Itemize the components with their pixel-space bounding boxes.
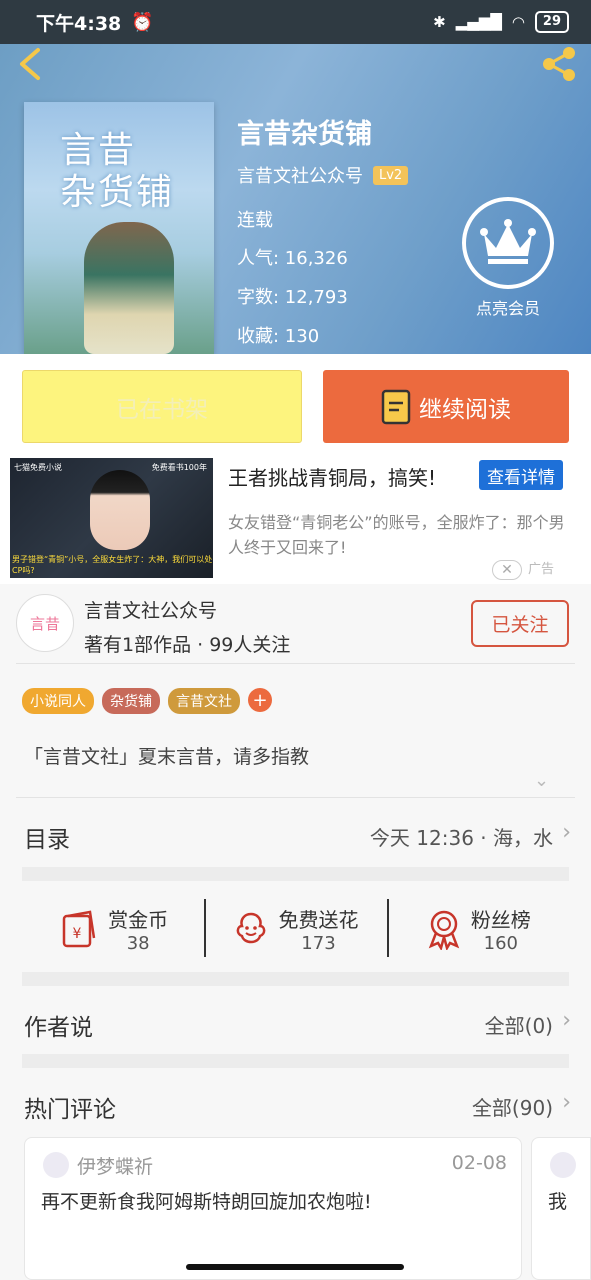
ad-image-slogan: 免费看书100年 xyxy=(151,463,207,472)
gift-count: 38 xyxy=(126,932,150,954)
commenter-avatar[interactable] xyxy=(43,1152,69,1178)
author-stats: 著有1部作品 · 99人关注 xyxy=(84,634,291,656)
share-icon[interactable] xyxy=(539,46,579,82)
ad-title[interactable]: 王者挑战青铜局，搞笑! xyxy=(228,462,436,491)
ad-image-person xyxy=(90,470,150,550)
ad-description: 女友错登“青铜老公”的账号，全服炸了：那个男人终于又回来了! xyxy=(228,513,565,557)
ad-image[interactable]: 七猫免费小说 免费看书100年 男子错登“青铜”小号，全服女生炸了：大神，我们可… xyxy=(10,458,213,578)
book-author[interactable]: 言昔文社公众号 xyxy=(237,162,363,188)
hot-comments-title[interactable]: 热门评论 xyxy=(24,1090,116,1124)
back-icon[interactable] xyxy=(12,46,52,82)
battery-icon: 29 xyxy=(534,11,569,33)
book-favorites: 收藏: 130 xyxy=(237,326,320,347)
chevron-right-icon[interactable]: › xyxy=(562,820,571,845)
reward-coin-button[interactable]: ¥ 赏金币 38 xyxy=(22,885,204,972)
section-divider xyxy=(22,867,569,881)
author-says-title[interactable]: 作者说 xyxy=(24,1008,93,1042)
gift-count: 173 xyxy=(301,932,336,954)
commenter-avatar[interactable] xyxy=(550,1152,576,1178)
book-word-count: 字数: 12,793 xyxy=(237,287,348,308)
comment-card[interactable]: 我 xyxy=(531,1137,591,1280)
coin-envelope-icon: ¥ xyxy=(62,910,96,947)
status-time: 下午4:38 xyxy=(36,12,122,35)
ad-image-caption: 男子错登“青铜”小号，全服女生炸了：大神，我们可以处CP吗? xyxy=(12,555,213,575)
in-shelf-button[interactable]: 已在书架 xyxy=(22,370,302,443)
fan-ranking-button[interactable]: 粉丝榜 160 xyxy=(386,885,569,972)
status-icons: ✱ ▂▄▆█ ◠ 29 xyxy=(433,11,569,33)
ad-label: 广告 xyxy=(528,562,555,577)
tag-item[interactable]: 言昔文社 xyxy=(168,688,240,714)
tag-list: 小说同人 杂货铺 言昔文社 + xyxy=(22,688,272,714)
alarm-icon: ⏰ xyxy=(131,11,154,33)
book-popularity: 人气: 16,326 xyxy=(237,248,348,269)
book-cover[interactable]: 言昔 杂货铺 xyxy=(24,102,214,354)
divider xyxy=(16,797,575,798)
send-flower-button[interactable]: 免费送花 173 xyxy=(204,885,386,972)
medal-icon xyxy=(428,910,460,950)
hot-comments-all[interactable]: 全部(90) xyxy=(472,1092,553,1121)
book-icon xyxy=(381,389,411,424)
book-author-row[interactable]: 言昔文社公众号 Lv2 xyxy=(237,162,409,188)
catalog-latest[interactable]: 今天 12:36 · 海，水 xyxy=(370,822,553,851)
comment-text: 我 xyxy=(548,1191,568,1213)
tag-item[interactable]: 杂货铺 xyxy=(102,688,160,714)
chevron-right-icon[interactable]: › xyxy=(562,1008,571,1033)
section-divider xyxy=(22,1054,569,1068)
svg-text:¥: ¥ xyxy=(73,926,82,942)
ad-banner[interactable]: 七猫免费小说 免费看书100年 男子错登“青铜”小号，全服女生炸了：大神，我们可… xyxy=(0,458,591,584)
vip-label[interactable]: 点亮会员 xyxy=(462,295,554,319)
gift-label: 粉丝榜 xyxy=(470,907,531,932)
level-badge: Lv2 xyxy=(373,165,409,185)
commenter-name[interactable]: 伊梦蝶祈 xyxy=(77,1152,153,1179)
divider xyxy=(16,663,575,664)
chevron-right-icon[interactable]: › xyxy=(562,1090,571,1115)
continue-reading-button[interactable]: 继续阅读 xyxy=(323,370,569,443)
follow-button[interactable]: 已关注 xyxy=(471,600,569,647)
status-bar: 下午4:38 ⏰ ✱ ▂▄▆█ ◠ 29 xyxy=(0,0,591,44)
book-header: 言昔 杂货铺 言昔杂货铺 言昔文社公众号 Lv2 连载 人气: 16,326 字数… xyxy=(0,44,591,354)
section-divider xyxy=(22,972,569,986)
gift-label: 赏金币 xyxy=(108,907,169,932)
flower-icon xyxy=(237,912,266,943)
catalog-title[interactable]: 目录 xyxy=(24,820,70,854)
add-tag-button[interactable]: + xyxy=(248,688,272,712)
comment-card[interactable]: 伊梦蝶祈 02-08 再不更新食我阿姆斯特朗回旋加农炮啦! xyxy=(24,1137,522,1280)
ad-image-brand: 七猫免费小说 xyxy=(14,463,62,472)
action-bar: 已在书架 继续阅读 xyxy=(0,354,591,458)
author-name[interactable]: 言昔文社公众号 xyxy=(84,596,217,623)
gift-count: 160 xyxy=(483,932,518,954)
gift-label: 免费送花 xyxy=(278,907,359,932)
tag-item[interactable]: 小说同人 xyxy=(22,688,94,714)
chevron-down-icon[interactable]: ⌄ xyxy=(534,770,549,791)
close-icon[interactable]: ✕ xyxy=(492,560,522,580)
author-avatar[interactable]: 言昔 xyxy=(16,594,74,652)
detail-section: 言昔 言昔文社公众号 著有1部作品 · 99人关注 已关注 小说同人 杂货铺 言… xyxy=(0,584,591,1280)
comment-date: 02-08 xyxy=(451,1152,507,1174)
book-title: 言昔杂货铺 xyxy=(237,119,372,150)
cover-illustration xyxy=(84,222,174,354)
home-indicator[interactable] xyxy=(186,1264,404,1270)
ad-details-button[interactable]: 查看详情 xyxy=(479,460,563,490)
signal-icon: ▂▄▆█ xyxy=(455,13,502,31)
bluetooth-icon: ✱ xyxy=(433,13,446,31)
cover-title: 言昔 杂货铺 xyxy=(60,130,175,213)
author-says-all[interactable]: 全部(0) xyxy=(485,1010,553,1039)
continue-reading-label: 继续阅读 xyxy=(419,396,511,423)
crown-icon[interactable] xyxy=(462,197,554,289)
comment-text: 再不更新食我阿姆斯特朗回旋加农炮啦! xyxy=(41,1191,372,1213)
wifi-icon: ◠ xyxy=(511,13,525,31)
book-intro: 「言昔文社」夏末言昔，请多指教 xyxy=(24,746,310,768)
book-status: 连载 xyxy=(237,210,273,231)
gift-bar: ¥ 赏金币 38 免费送花 173 粉丝榜 160 xyxy=(22,885,569,972)
